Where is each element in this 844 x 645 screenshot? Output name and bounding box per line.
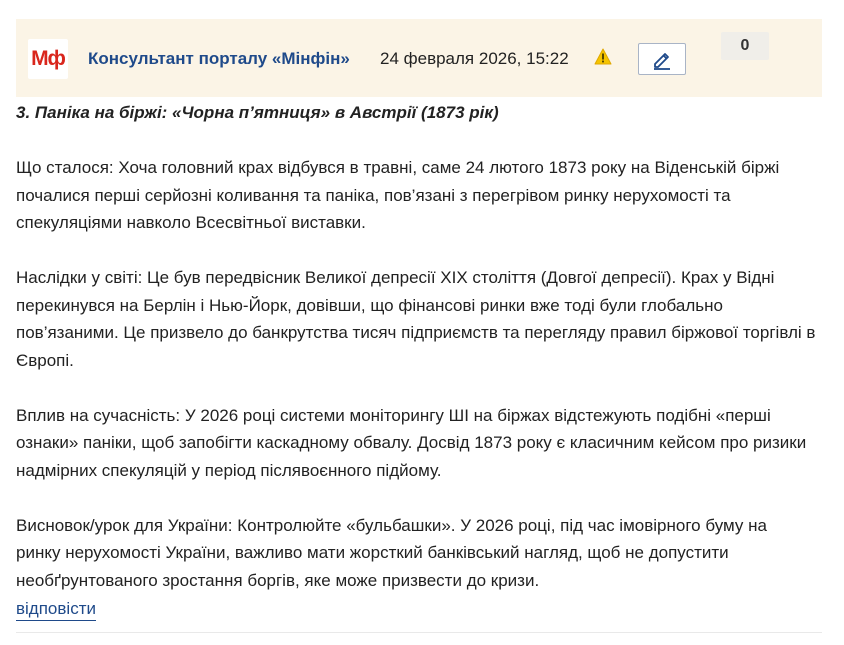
paragraph-consequences: Наслідки у світі: Це був передвісник Вел… — [16, 268, 816, 370]
comment-card: Мф Консультант порталу «Мінфін» 24 февра… — [0, 0, 844, 645]
comment-heading: 3. Паніка на біржі: «Чорна п’ятниця» в А… — [16, 103, 499, 122]
reply-link[interactable]: відповісти — [16, 598, 96, 621]
paragraph-conclusion: Висновок/урок для України: Контролюйте «… — [16, 515, 767, 590]
edit-button[interactable] — [638, 43, 686, 75]
author-name[interactable]: Консультант порталу «Мінфін» — [88, 49, 350, 69]
paragraph-modern-impact: Вплив на сучасність: У 2026 році системи… — [16, 405, 807, 480]
pencil-icon — [654, 53, 670, 70]
warning-icon[interactable] — [594, 48, 612, 65]
comment-date: 24 февраля 2026, 15:22 — [380, 49, 569, 68]
divider — [16, 632, 822, 633]
paragraph-what-happened: Що сталося: Хоча головний крах відбувся … — [16, 158, 780, 232]
likes-counter[interactable]: 0 — [721, 32, 769, 60]
comment-header: Мф Консультант порталу «Мінфін» 24 февра… — [16, 19, 822, 97]
comment-body: 3. Паніка на біржі: «Чорна п’ятниця» в А… — [16, 99, 816, 594]
minfin-logo: Мф — [28, 39, 68, 79]
